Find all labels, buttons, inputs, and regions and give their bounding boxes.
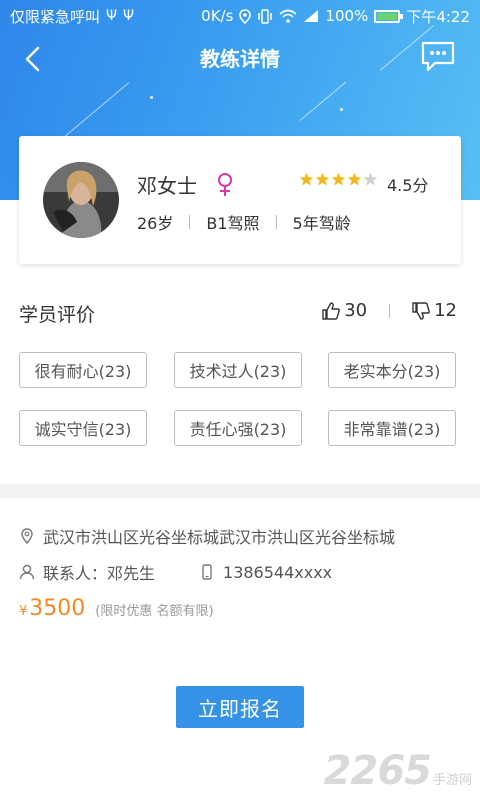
dislike-count: 12	[434, 300, 457, 321]
section-divider	[0, 484, 480, 498]
price-line: ¥ 3500 (限时优惠 名额有限)	[19, 596, 214, 621]
signal-icon	[304, 10, 319, 22]
watermark-logo: 2265 手游网	[324, 748, 472, 794]
coach-meta: 26岁 B1驾照 5年驾龄	[137, 210, 351, 234]
location-icon	[239, 8, 252, 24]
rating-score: 4.5分	[387, 176, 429, 195]
watermark-sub: 手游网	[432, 773, 472, 788]
review-tag[interactable]: 责任心强(23)	[174, 410, 302, 446]
coach-profile-card: 邓女士 4.5分 26岁 B1驾照 5年驾龄	[19, 136, 461, 264]
vote-counts: 30 12	[322, 300, 457, 321]
chat-bubble-icon[interactable]	[420, 40, 456, 74]
like-button[interactable]: 30	[322, 300, 367, 321]
usb-icon: Ψ	[123, 8, 135, 24]
star-filled-icon	[331, 172, 346, 186]
contact-person: 联系人：邓先生	[43, 564, 156, 583]
address-text: 武汉市洪山区光谷坐标城武汉市洪山区光谷坐标城	[43, 528, 396, 547]
location-pin-icon	[21, 528, 33, 544]
decor-sparkle	[150, 96, 153, 99]
phone-number: 1386544xxxx	[223, 562, 333, 582]
chevron-left-icon[interactable]	[18, 44, 48, 74]
decor-sparkle	[340, 108, 343, 111]
coach-name: 邓女士	[137, 174, 197, 198]
thumbs-up-icon	[322, 301, 341, 320]
review-tag[interactable]: 非常靠谱(23)	[328, 410, 456, 446]
price-amount: 3500	[29, 596, 86, 621]
phone-icon	[202, 564, 212, 580]
clock: 下午4:22	[406, 7, 470, 26]
currency-symbol: ¥	[19, 604, 28, 619]
usb-icon: Ψ	[106, 8, 118, 24]
review-tag[interactable]: 技术过人(23)	[174, 352, 302, 388]
battery-icon	[374, 9, 404, 23]
nav-bar: 教练详情	[0, 32, 480, 82]
thumbs-down-icon	[412, 301, 430, 320]
signup-button[interactable]: 立即报名	[176, 686, 304, 728]
phone-contact[interactable]: 1386544xxxx	[199, 563, 332, 582]
coach-age: 26岁	[137, 214, 174, 233]
network-speed: 0K/s	[201, 7, 234, 25]
review-tag[interactable]: 很有耐心(23)	[19, 352, 147, 388]
coach-license: B1驾照	[206, 214, 260, 233]
decor-streak	[59, 82, 130, 141]
price-note: (限时优惠 名额有限)	[95, 604, 214, 619]
divider	[275, 215, 277, 229]
divider	[389, 303, 391, 318]
like-count: 30	[344, 300, 368, 321]
review-tag[interactable]: 诚实守信(23)	[19, 410, 147, 446]
rating-stars	[299, 172, 378, 187]
female-symbol-icon	[218, 173, 232, 196]
decor-streak	[299, 81, 347, 121]
vibrate-icon	[258, 8, 273, 24]
coach-experience: 5年驾龄	[292, 214, 351, 233]
page-title: 教练详情	[200, 46, 280, 71]
watermark-main: 2265	[323, 748, 432, 794]
avatar[interactable]	[43, 162, 119, 238]
star-filled-icon	[299, 172, 314, 186]
carrier-text: 仅限紧急呼叫	[10, 7, 101, 26]
divider	[189, 215, 191, 229]
star-filled-icon	[347, 172, 362, 186]
review-tag[interactable]: 老实本分(23)	[328, 352, 456, 388]
person-icon	[19, 564, 35, 580]
reviews-header: 学员评价 30 12	[19, 300, 461, 326]
contact-line: 联系人：邓先生 1386544xxxx	[19, 560, 332, 584]
wifi-icon	[279, 9, 297, 23]
battery-percent: 100%	[325, 7, 369, 25]
reviews-title: 学员评价	[19, 304, 96, 326]
star-filled-icon	[315, 172, 330, 186]
star-empty-icon	[363, 172, 378, 186]
address-line: 武汉市洪山区光谷坐标城武汉市洪山区光谷坐标城	[19, 524, 395, 548]
status-bar: 仅限紧急呼叫 Ψ Ψ 0K/s 100% 下午4:22	[0, 0, 480, 32]
dislike-button[interactable]: 12	[412, 300, 457, 321]
